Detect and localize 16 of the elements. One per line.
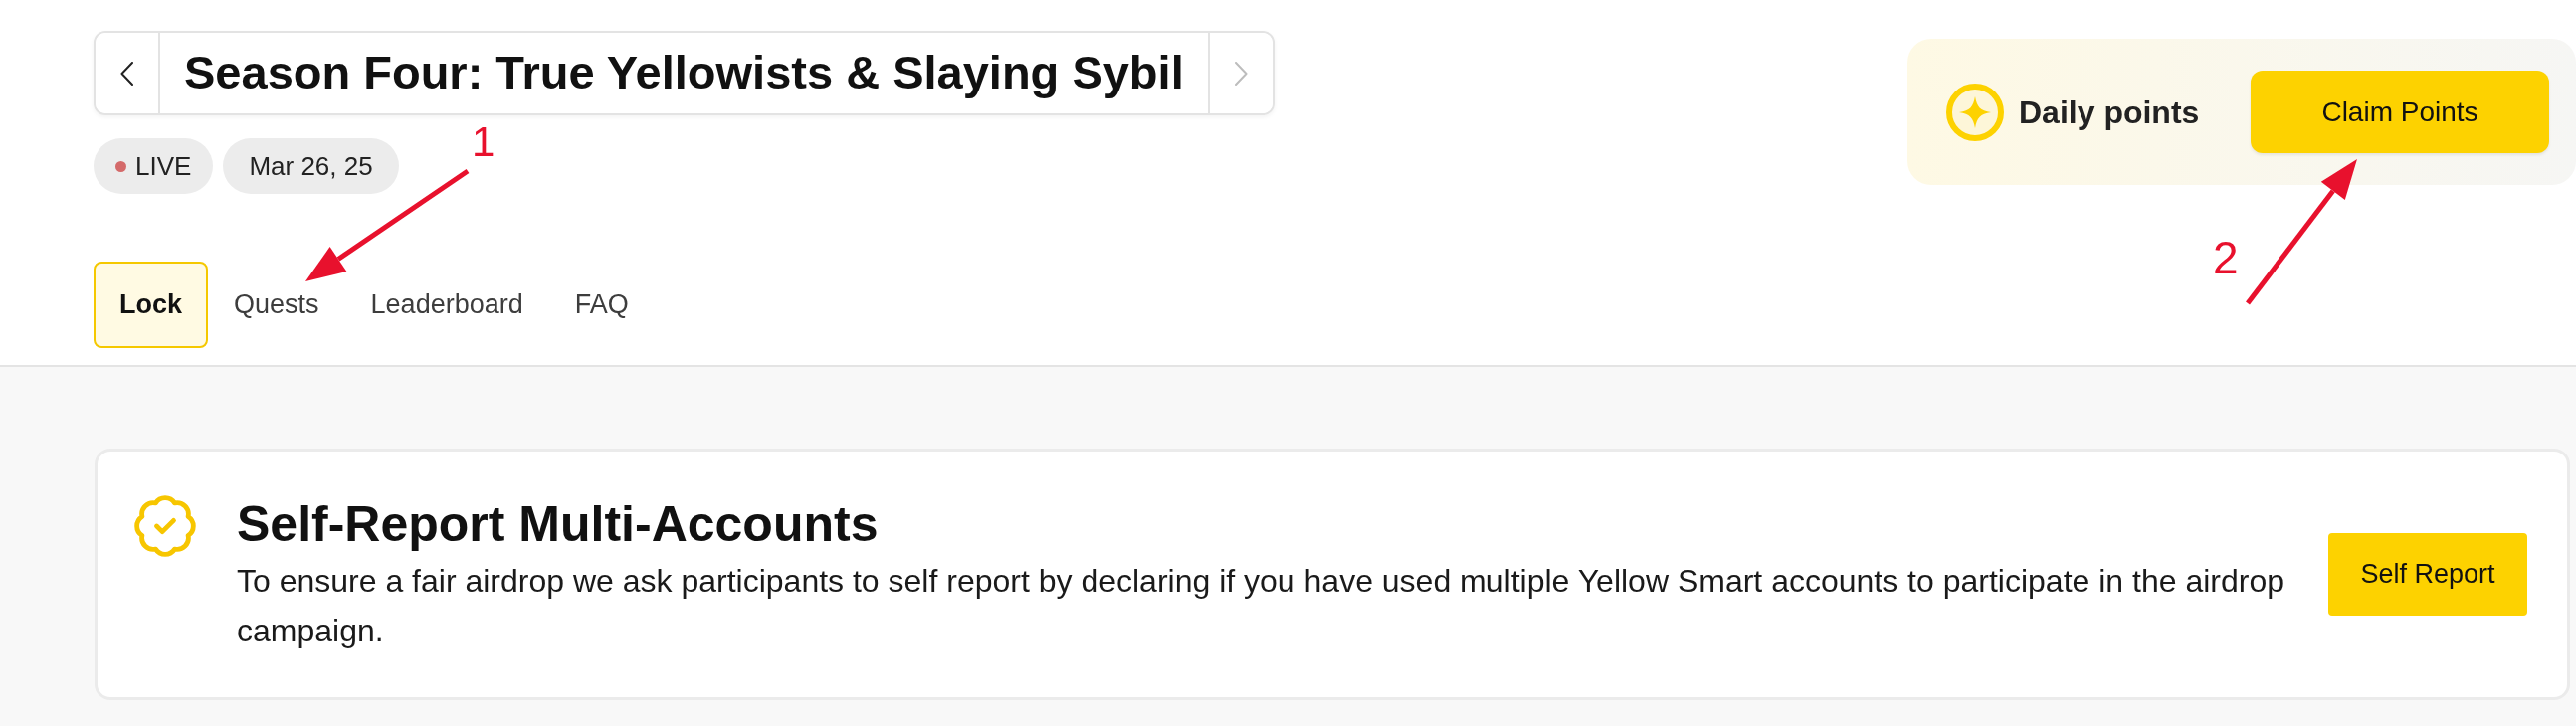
daily-points-label: Daily points	[2019, 92, 2200, 132]
date-pill: Mar 26, 25	[223, 138, 399, 194]
tab[interactable]: Lock	[94, 262, 209, 348]
star-coin-icon	[1946, 83, 2004, 141]
previous-button[interactable]	[96, 33, 160, 113]
tab[interactable]: FAQ	[548, 262, 655, 348]
card-title: Self-Report Multi-Accounts	[237, 494, 880, 554]
claim-points-button[interactable]: Claim Points	[2251, 71, 2549, 153]
tab[interactable]: Quests	[208, 262, 345, 348]
annotation-number: 2	[2213, 235, 2239, 280]
self-report-button[interactable]: Self Report	[2328, 533, 2527, 616]
annotation-number: 1	[472, 121, 495, 163]
status-label: LIVE	[135, 149, 192, 183]
tab[interactable]: Leaderboard	[344, 262, 549, 348]
season-title: Season Four: True Yellowists & Slaying Sybil	[183, 45, 1185, 101]
card-description: To ensure a fair airdrop we ask participants to self report by declaring if you have used multiple Yellow Smart accounts to participate in the airdrop campaign.	[237, 561, 2285, 650]
